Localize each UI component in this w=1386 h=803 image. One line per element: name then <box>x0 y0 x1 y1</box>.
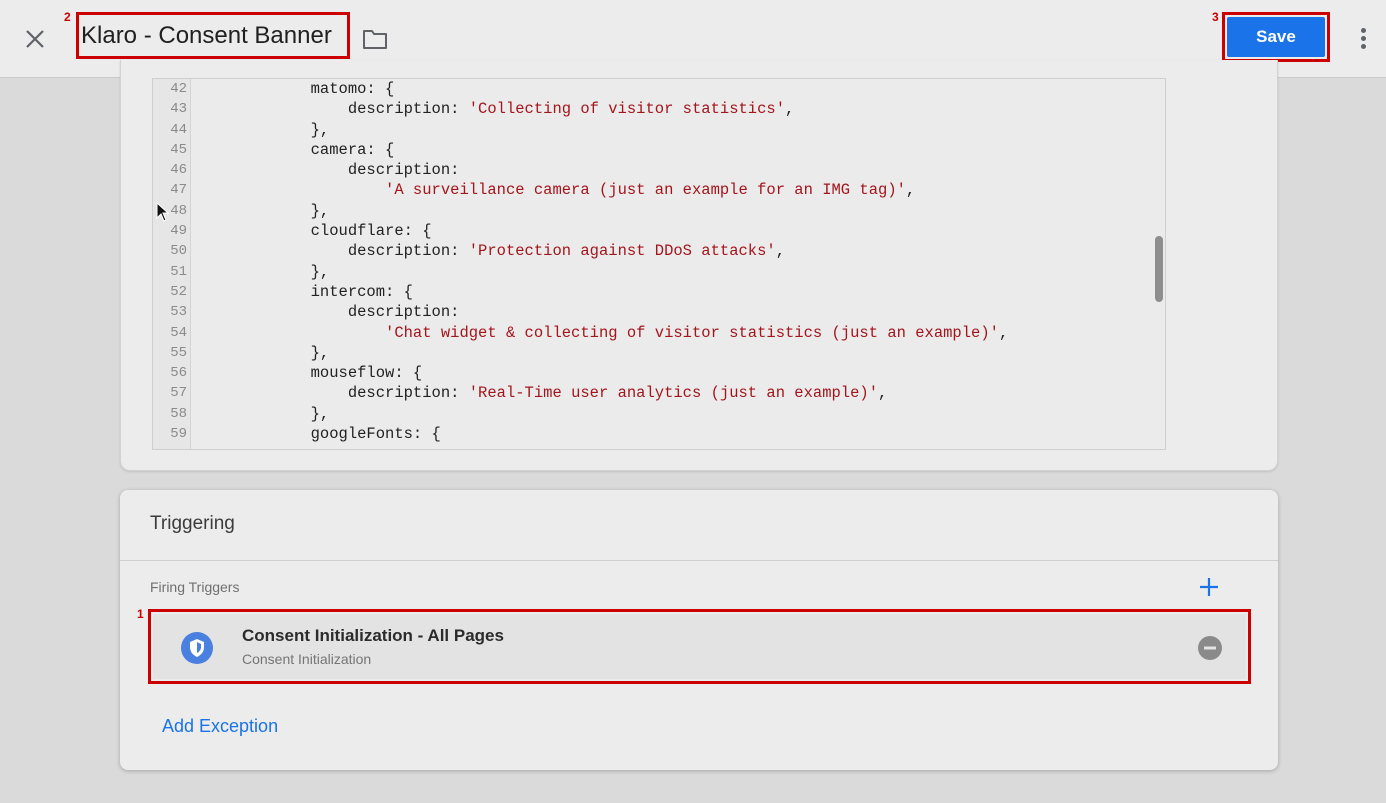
line-number: 52 <box>170 283 187 300</box>
line-number: 44 <box>170 121 187 138</box>
annotation-badge-2: 2 <box>64 10 71 24</box>
code-line: 43 description: 'Collecting of visitor s… <box>153 99 1165 119</box>
string-literal: 'Collecting of visitor statistics' <box>468 100 786 119</box>
string-literal: 'A surveillance camera (just an example … <box>385 181 906 200</box>
string-literal: 'Protection against DDoS attacks' <box>468 242 776 261</box>
more-vert-icon[interactable] <box>1350 24 1376 52</box>
code-text: description: <box>199 303 460 322</box>
trigger-row[interactable]: Consent Initialization - All Pages Conse… <box>153 614 1246 679</box>
code-line: 45 camera: { <box>153 140 1165 160</box>
code-text: camera: { <box>199 140 395 159</box>
add-exception-link[interactable]: Add Exception <box>162 716 278 737</box>
code-text: cloudflare: { <box>199 222 432 241</box>
code-line: 50 description: 'Protection against DDoS… <box>153 241 1165 261</box>
code-text: description: 'Collecting of visitor stat… <box>199 100 795 119</box>
trigger-name: Consent Initialization - All Pages <box>242 626 504 645</box>
annotation-badge-3: 3 <box>1212 10 1219 24</box>
trigger-highlight: Consent Initialization - All Pages Conse… <box>148 609 1251 684</box>
code-line: 52 intercom: { <box>153 282 1165 302</box>
code-editor[interactable]: 42 matomo: {43 description: 'Collecting … <box>152 78 1166 450</box>
code-line: 55 }, <box>153 343 1165 363</box>
line-number: 57 <box>170 385 187 402</box>
line-number: 58 <box>170 405 187 422</box>
code-line: 44 }, <box>153 120 1165 140</box>
code-line: 46 description: <box>153 160 1165 180</box>
code-text: 'A surveillance camera (just an example … <box>385 181 916 200</box>
line-number: 59 <box>170 426 187 443</box>
code-line: 58 }, <box>153 404 1165 424</box>
code-text: }, <box>199 201 330 220</box>
line-number: 53 <box>170 304 187 321</box>
folder-icon[interactable] <box>360 26 390 52</box>
firing-triggers-label: Firing Triggers <box>150 579 240 595</box>
annotation-badge-1: 1 <box>137 607 144 621</box>
line-number: 47 <box>170 182 187 199</box>
code-line: 48 }, <box>153 201 1165 221</box>
line-number: 54 <box>170 324 187 341</box>
code-text: description: 'Protection against DDoS at… <box>199 242 786 261</box>
code-line: 56 mouseflow: { <box>153 363 1165 383</box>
code-line: 59 googleFonts: { <box>153 424 1165 444</box>
triggering-heading: Triggering <box>150 513 235 534</box>
code-line: 49 cloudflare: { <box>153 221 1165 241</box>
line-number: 50 <box>170 243 187 260</box>
remove-circle-icon[interactable] <box>1198 636 1222 660</box>
line-number: 45 <box>170 141 187 158</box>
line-number: 55 <box>170 344 187 361</box>
code-text: matomo: { <box>199 80 395 98</box>
code-text: intercom: { <box>199 282 413 301</box>
code-text: }, <box>199 120 330 139</box>
string-literal: 'Real-Time user analytics (just an examp… <box>468 384 879 403</box>
code-line: 47 'A surveillance camera (just an examp… <box>153 180 1165 200</box>
line-number: 51 <box>170 263 187 280</box>
code-lines: 42 matomo: {43 description: 'Collecting … <box>153 79 1165 444</box>
string-literal: 'Chat widget & collecting of visitor sta… <box>385 323 999 342</box>
line-number: 49 <box>170 223 187 240</box>
code-text: }, <box>199 404 330 423</box>
code-line: 53 description: <box>153 302 1165 322</box>
configuration-card: 42 matomo: {43 description: 'Collecting … <box>120 60 1278 471</box>
title-highlight: Klaro - Consent Banner <box>76 12 350 59</box>
triggering-card: Triggering Firing Triggers 1 Consent Ini… <box>120 490 1278 770</box>
save-button[interactable]: Save <box>1227 17 1325 57</box>
close-icon[interactable] <box>20 24 50 54</box>
code-text: }, <box>199 343 330 362</box>
editor-scrollbar[interactable] <box>1155 236 1163 302</box>
line-number: 43 <box>170 101 187 118</box>
mouse-cursor-icon <box>156 202 170 222</box>
shield-icon <box>181 632 213 664</box>
code-text: description: <box>199 161 460 180</box>
code-text: description: 'Real-Time user analytics (… <box>199 384 888 403</box>
save-highlight: Save <box>1222 12 1330 62</box>
line-number: 46 <box>170 162 187 179</box>
code-line: 57 description: 'Real-Time user analytic… <box>153 383 1165 403</box>
code-line: 42 matomo: { <box>153 79 1165 99</box>
code-text: mouseflow: { <box>199 364 423 383</box>
code-text: }, <box>199 262 330 281</box>
line-number: 56 <box>170 365 187 382</box>
line-number: 42 <box>170 81 187 97</box>
code-text: googleFonts: { <box>199 425 441 444</box>
divider <box>120 560 1278 561</box>
page-title[interactable]: Klaro - Consent Banner <box>79 22 332 50</box>
trigger-type: Consent Initialization <box>242 651 372 667</box>
code-line: 54 'Chat widget & collecting of visitor … <box>153 323 1165 343</box>
code-line: 51 }, <box>153 262 1165 282</box>
plus-icon[interactable] <box>1198 576 1220 598</box>
code-text: 'Chat widget & collecting of visitor sta… <box>385 323 1009 342</box>
